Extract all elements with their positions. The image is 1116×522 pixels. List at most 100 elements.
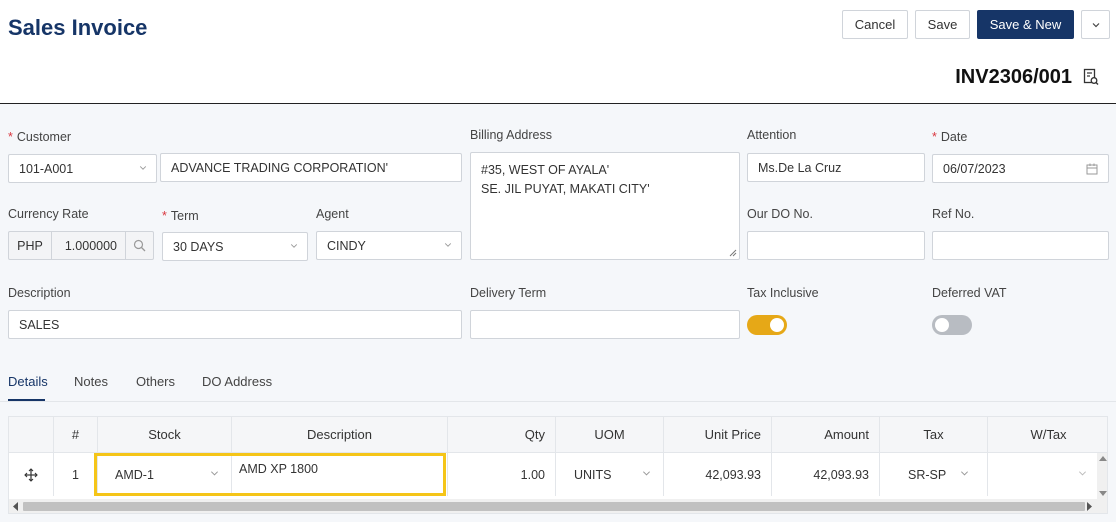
invoice-number: INV2306/001: [955, 66, 1072, 88]
currency-rate-group: PHP 1.000000: [8, 231, 154, 260]
term-label: * Term: [162, 209, 199, 223]
tax-inclusive-toggle[interactable]: [747, 315, 787, 335]
ref-no-label: Ref No.: [932, 207, 975, 221]
billing-address-line2: SE. JIL PUYAT, MAKATI CITY': [481, 182, 650, 196]
chevron-down-icon: [960, 471, 969, 476]
toggle-knob: [935, 318, 949, 332]
line-items-table: # Stock Description Qty UOM Unit Price A…: [8, 416, 1108, 514]
customer-code-value: 101-A001: [19, 161, 74, 176]
customer-code-select[interactable]: 101-A001: [8, 154, 157, 183]
column-header-description[interactable]: Description: [232, 417, 448, 453]
chevron-down-icon: [1092, 22, 1099, 27]
tab-others[interactable]: Others: [136, 374, 175, 389]
vertical-scrollbar[interactable]: [1097, 453, 1107, 499]
page-title: Sales Invoice: [8, 15, 148, 40]
tab-details[interactable]: Details: [8, 374, 48, 389]
wtax-select[interactable]: [988, 453, 1097, 496]
row-drag-handle[interactable]: [9, 453, 54, 496]
term-value: 30 DAYS: [173, 239, 224, 254]
more-options-button[interactable]: [1081, 10, 1110, 39]
column-header-uom[interactable]: UOM: [556, 417, 664, 453]
search-icon: [133, 239, 146, 252]
chevron-down-icon: [444, 243, 452, 247]
term-label-text: Term: [170, 209, 199, 223]
agent-label: Agent: [316, 207, 349, 221]
qty-cell[interactable]: 1.00: [448, 453, 556, 496]
document-search-icon[interactable]: [1083, 68, 1099, 86]
date-label-text: Date: [940, 130, 968, 144]
column-header-no: #: [54, 417, 98, 453]
required-marker: *: [162, 209, 167, 223]
customer-label-text: Customer: [16, 130, 72, 144]
chevron-down-icon: [139, 166, 147, 170]
selected-cells-highlight: [94, 453, 446, 496]
billing-address-line1: #35, WEST OF AYALA': [481, 163, 610, 177]
currency-rate-value[interactable]: 1.000000: [52, 232, 126, 259]
agent-select[interactable]: CINDY: [316, 231, 462, 260]
attention-field[interactable]: Ms.De La Cruz: [747, 153, 925, 182]
cancel-button[interactable]: Cancel: [842, 10, 908, 39]
required-marker: *: [932, 130, 937, 144]
deferred-vat-toggle[interactable]: [932, 315, 972, 335]
tab-do-address[interactable]: DO Address: [202, 374, 272, 389]
column-header-drag: [9, 417, 54, 453]
scroll-left-icon[interactable]: [12, 502, 18, 511]
calendar-icon: [1086, 163, 1098, 175]
row-number: 1: [54, 453, 98, 496]
detail-tabs: Details Notes Others DO Address: [0, 366, 1116, 402]
resize-handle-icon[interactable]: [729, 249, 737, 257]
agent-value: CINDY: [327, 238, 366, 253]
save-button[interactable]: Save: [915, 10, 970, 39]
toggle-knob: [770, 318, 784, 332]
date-label: * Date: [932, 130, 967, 144]
scroll-right-icon[interactable]: [1087, 502, 1093, 511]
move-icon: [24, 467, 38, 482]
customer-name-field[interactable]: ADVANCE TRADING CORPORATION': [160, 153, 462, 182]
tax-value: SR-SP: [908, 467, 947, 482]
date-value: 06/07/2023: [943, 161, 1006, 176]
page-header: Sales Invoice Cancel Save Save & New INV…: [0, 0, 1116, 104]
column-header-amount[interactable]: Amount: [772, 417, 880, 453]
scroll-up-icon[interactable]: [1099, 455, 1107, 461]
customer-label: * Customer: [8, 130, 71, 144]
scroll-down-icon[interactable]: [1099, 491, 1107, 497]
currency-code: PHP: [9, 232, 52, 259]
our-do-field[interactable]: [747, 231, 925, 260]
date-picker[interactable]: 06/07/2023: [932, 154, 1109, 183]
currency-rate-label: Currency Rate: [8, 207, 89, 221]
tax-select[interactable]: SR-SP: [880, 453, 988, 496]
term-select[interactable]: 30 DAYS: [162, 232, 308, 261]
active-tab-indicator: [8, 399, 45, 401]
billing-address-label: Billing Address: [470, 128, 552, 142]
save-and-new-button[interactable]: Save & New: [977, 10, 1074, 39]
description-label: Description: [8, 286, 71, 300]
column-header-stock[interactable]: Stock: [98, 417, 232, 453]
deferred-vat-label: Deferred VAT: [932, 286, 1007, 300]
unit-price-cell[interactable]: 42,093.93: [664, 453, 772, 496]
scrollbar-thumb[interactable]: [23, 502, 1085, 511]
ref-no-field[interactable]: [932, 231, 1109, 260]
column-header-unit-price[interactable]: Unit Price: [664, 417, 772, 453]
attention-value: Ms.De La Cruz: [758, 160, 842, 175]
chevron-down-icon: [642, 471, 651, 476]
column-header-tax[interactable]: Tax: [880, 417, 988, 453]
horizontal-scrollbar[interactable]: [9, 499, 1107, 513]
our-do-label: Our DO No.: [747, 207, 813, 221]
delivery-term-field[interactable]: [470, 310, 740, 339]
uom-select[interactable]: UNITS: [556, 453, 664, 496]
column-header-qty[interactable]: Qty: [448, 417, 556, 453]
uom-value: UNITS: [574, 467, 612, 482]
required-marker: *: [8, 130, 13, 144]
chevron-down-icon: [1078, 471, 1087, 476]
amount-cell: 42,093.93: [772, 453, 880, 496]
tab-notes[interactable]: Notes: [74, 374, 108, 389]
billing-address-textarea[interactable]: #35, WEST OF AYALA' SE. JIL PUYAT, MAKAT…: [470, 152, 740, 260]
tax-inclusive-label: Tax Inclusive: [747, 286, 819, 300]
description-value: SALES: [19, 317, 60, 332]
column-header-wtax[interactable]: W/Tax: [988, 417, 1107, 453]
description-field[interactable]: SALES: [8, 310, 462, 339]
chevron-down-icon: [290, 244, 298, 248]
delivery-term-label: Delivery Term: [470, 286, 547, 300]
customer-name-value: ADVANCE TRADING CORPORATION': [171, 160, 388, 175]
rate-search-button[interactable]: [126, 232, 153, 259]
